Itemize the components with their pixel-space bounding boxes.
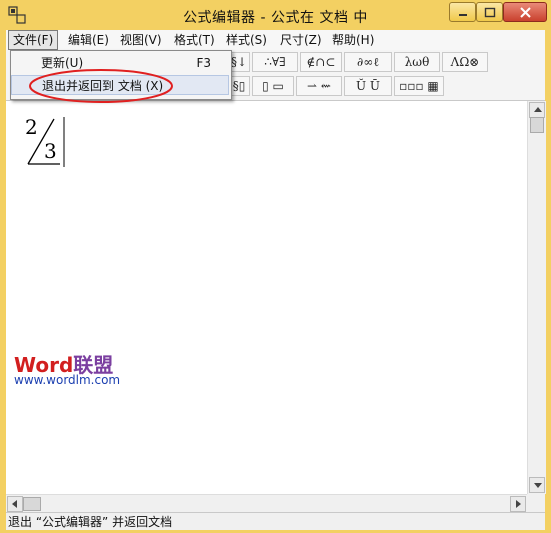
toolbar-misc-symbols-button[interactable]: ∂∞ℓ [344, 52, 392, 72]
arrow-left-icon [12, 500, 17, 508]
minimize-icon [459, 14, 467, 16]
arrow-down-icon [534, 483, 542, 488]
close-button[interactable] [503, 2, 547, 22]
scroll-up-button[interactable] [529, 102, 545, 118]
vertical-scroll-thumb[interactable] [530, 117, 544, 133]
menu-item-exit-return-label: 退出并返回到 文档 (X) [42, 79, 164, 93]
toolbar-fraction-template-button[interactable]: ▯ ▭ [252, 76, 294, 96]
menu-view[interactable]: 视图(V) [116, 30, 166, 50]
menu-size[interactable]: 尺寸(Z) [276, 30, 326, 50]
file-menu-dropdown: 更新(U) F3 退出并返回到 文档 (X) [10, 50, 232, 100]
close-icon [520, 7, 531, 18]
scrollbar-corner [527, 494, 545, 512]
menu-edit[interactable]: 编辑(E) [64, 30, 113, 50]
menu-file[interactable]: 文件(F) [8, 30, 59, 50]
toolbar-logic-button[interactable]: ∴∀∃ [252, 52, 298, 72]
equation-fraction[interactable]: 2 3 [22, 115, 72, 171]
maximize-button[interactable] [476, 2, 503, 22]
horizontal-scroll-thumb[interactable] [23, 497, 41, 511]
scroll-left-button[interactable] [7, 496, 23, 512]
scroll-down-button[interactable] [529, 477, 545, 493]
toolbar-set-theory-button[interactable]: ∉∩⊂ [300, 52, 342, 72]
menu-bar: 文件(F) 编辑(E) 视图(V) 格式(T) 样式(S) 尺寸(Z) 帮助(H… [6, 30, 545, 50]
minimize-button[interactable] [449, 2, 476, 22]
toolbar-accent-template-button[interactable]: Ŭ Ū [344, 76, 392, 96]
equation-editor-window: 公式编辑器 - 公式在 文档 中 文件(F) 编辑(E) 视图(V) 格式(T)… [0, 0, 551, 533]
menu-item-update[interactable]: 更新(U) F3 [11, 53, 229, 73]
equation-document-area[interactable]: 2 3 Word联盟 www.wordlm.com [6, 101, 527, 494]
watermark-url: www.wordlm.com [14, 373, 121, 387]
horizontal-scrollbar[interactable] [6, 494, 527, 513]
fraction-denominator: 3 [44, 139, 57, 163]
status-bar: 退出 “公式编辑器” 并返回文档 [6, 512, 545, 530]
toolbar-arrow-template-button[interactable]: ⇀ ⇜ [296, 76, 342, 96]
toolbar-grid-template-button[interactable]: ▫▫▫ ▦ [394, 76, 444, 96]
title-bar: 公式编辑器 - 公式在 文档 中 [0, 0, 551, 30]
arrow-up-icon [534, 107, 542, 112]
menu-help[interactable]: 帮助(H) [328, 30, 378, 50]
arrow-right-icon [516, 500, 521, 508]
menu-item-exit-return[interactable]: 退出并返回到 文档 (X) [11, 75, 229, 95]
menu-item-update-label: 更新(U) [41, 56, 84, 70]
maximize-icon [484, 7, 496, 18]
vertical-scrollbar[interactable] [527, 101, 546, 494]
menu-format[interactable]: 格式(T) [170, 30, 219, 50]
menu-item-update-shortcut: F3 [196, 56, 211, 70]
scroll-right-button[interactable] [510, 496, 526, 512]
menu-style[interactable]: 样式(S) [222, 30, 271, 50]
toolbar-greek-lower-button[interactable]: λωθ [394, 52, 440, 72]
toolbar-greek-upper-button[interactable]: ΛΩ⊗ [442, 52, 488, 72]
